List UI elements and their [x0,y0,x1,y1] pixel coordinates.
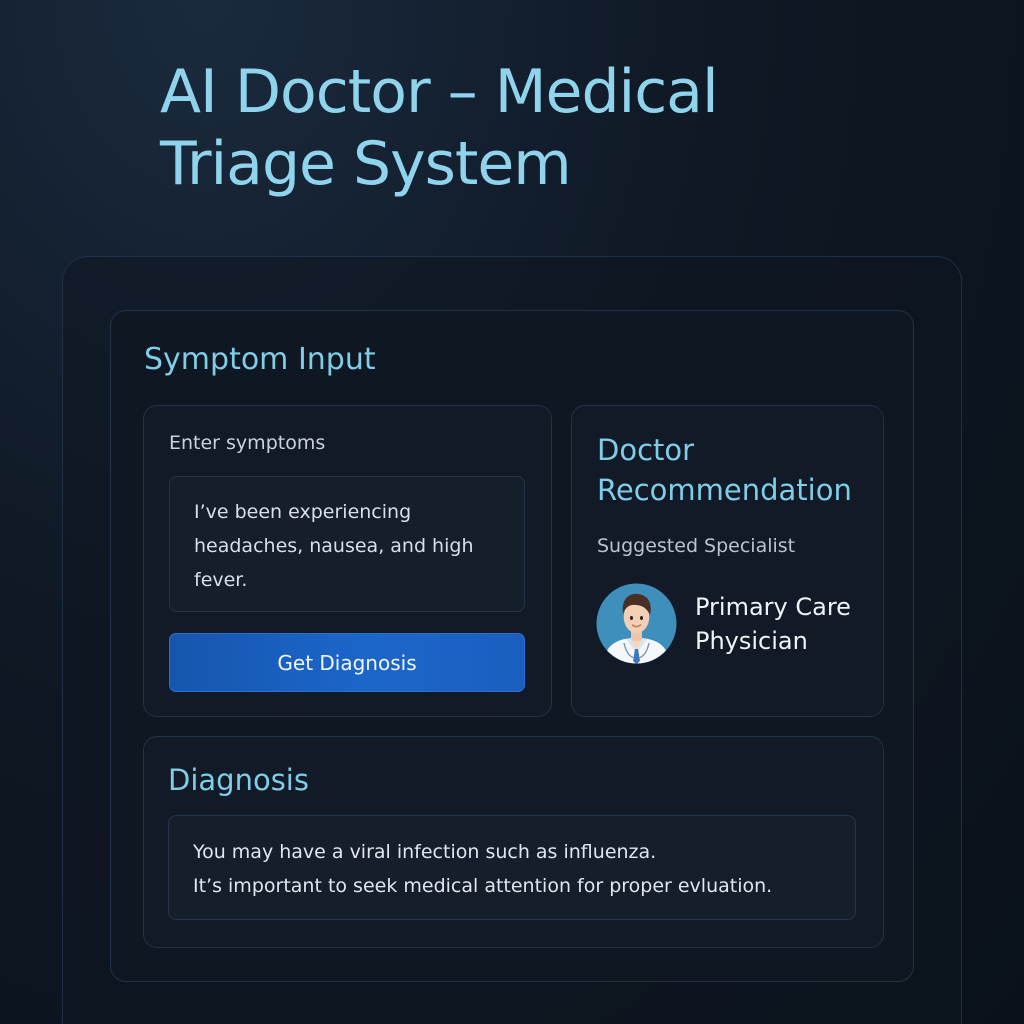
suggested-specialist-label: Suggested Specialist [597,535,796,557]
specialist-name: Primary Care Physician [695,593,851,655]
diagnosis-line-1: You may have a viral infection such as i… [193,841,657,863]
symptom-input-heading: Symptom Input [144,342,376,377]
diagnosis-output: You may have a viral infection such as i… [168,815,856,920]
doctor-recommendation-heading: Doctor Recommendation [597,433,852,507]
doctor-avatar-icon [596,583,677,664]
get-diagnosis-button[interactable]: Get Diagnosis [169,633,525,692]
page-title: AI Doctor – Medical Triage System [160,57,719,199]
symptoms-label: Enter symptoms [169,432,326,454]
symptoms-input[interactable]: I’ve been experiencing headaches, nausea… [169,476,525,612]
diagnosis-line-2: It’s important to seek medical attention… [193,875,773,897]
diagnosis-heading: Diagnosis [168,763,309,797]
